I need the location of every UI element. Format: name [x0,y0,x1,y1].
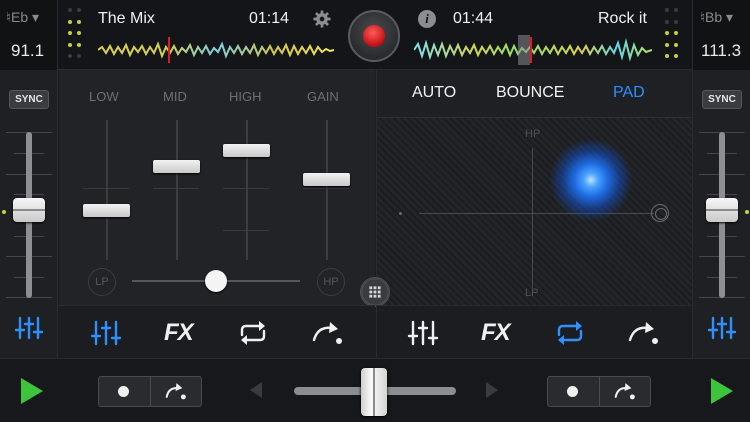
crossfader-left-arrow-icon[interactable] [250,382,262,398]
deck-a-pitch-panel: SYNC [0,70,58,358]
cue-icon [118,386,129,397]
eq-icon[interactable] [88,318,124,348]
eq-low-slider[interactable] [106,120,108,260]
deck-a-play-icon[interactable] [21,378,43,404]
deck-b-eq-icon[interactable] [708,316,736,340]
deck-b-toolbar: FX [376,305,691,358]
deck-a-info[interactable]: ♮Eb ▾ 91.1 [0,0,58,70]
eq-label-high: HIGH [229,89,262,104]
tab-auto[interactable]: AUTO [412,84,456,102]
xy-pad-left-marker [399,212,402,215]
filter-hp-label: HP [317,268,345,296]
gear-icon[interactable] [313,10,331,28]
fx-button[interactable]: FX [164,319,194,347]
deck-b-pitch-thumb[interactable] [706,198,738,222]
deck-a-bpm: 91.1 [11,41,45,60]
deck-a-key[interactable]: ♮Eb ▾ [6,9,39,26]
deck-b-key[interactable]: ♮Bb ▾ [700,9,733,26]
skip-icon[interactable] [626,318,662,348]
eq-gain-slider[interactable] [326,120,328,260]
deck-b-beat-indicator [665,8,679,63]
skip-icon[interactable] [310,318,346,348]
eq-gain-knob[interactable] [303,173,350,186]
filter-lp-label: LP [88,268,116,296]
pitch-center-marker [2,210,6,214]
record-button[interactable] [348,10,400,62]
loop-icon[interactable] [552,318,588,348]
deck-a-cue-button[interactable] [99,377,150,406]
pitch-center-marker [745,210,749,214]
eq-label-low: LOW [89,89,119,104]
xy-pad-horizontal-axis [419,213,654,214]
deck-b-info[interactable]: ♮Bb ▾ 111.3 [692,0,750,70]
fx-pad-panel: AUTO BOUNCE PAD HP LP [376,70,692,305]
eq-mid-slider[interactable] [176,120,178,260]
eq-mid-knob[interactable] [153,160,200,173]
eq-low-knob[interactable] [83,204,130,217]
cue-icon [567,386,578,397]
crossfader-thumb[interactable] [361,368,387,416]
xy-pad-bottom-label: LP [525,287,539,299]
top-bar: ♮Eb ▾ 91.1 The Mix 01:14 i 01:44 Rock it… [0,0,750,70]
info-icon[interactable]: i [418,10,436,28]
eq-label-mid: MID [163,89,187,104]
eq-label-gain: GAIN [307,89,339,104]
eq-icon[interactable] [405,318,441,348]
deck-a-title: The Mix [98,10,155,27]
deck-a-cue-group [98,376,202,407]
record-icon [363,25,385,47]
transport-bar [0,358,750,422]
loop-icon[interactable] [235,318,271,348]
xy-pad[interactable]: HP LP [377,117,692,305]
deck-b-bpm: 111.3 [701,41,742,60]
xy-pad-top-label: HP [525,128,541,140]
target-icon [651,204,669,222]
deck-b-waveform[interactable] [414,35,652,65]
deck-a-time: 01:14 [249,10,290,27]
xy-pad-touch-point[interactable] [549,138,633,222]
deck-a-pitch-thumb[interactable] [13,198,45,222]
deck-b-play-icon[interactable] [711,378,733,404]
fx-button[interactable]: FX [481,319,511,347]
eq-mixer: LOW MID HIGH GAIN LP HP [59,70,375,305]
grid-icon[interactable] [360,277,390,307]
eq-high-knob[interactable] [223,144,270,157]
deck-b-cue-group [547,376,651,407]
deck-b-time: 01:44 [453,10,494,27]
deck-a-beat-indicator [68,8,82,63]
deck-a-skip-button[interactable] [150,377,201,406]
deck-a-sync-button[interactable]: SYNC [9,90,49,109]
deck-a-eq-icon[interactable] [15,316,43,340]
deck-b-cue-button[interactable] [548,377,599,406]
filter-thumb[interactable] [205,270,227,292]
deck-a-toolbar: FX [59,305,375,358]
deck-b-sync-button[interactable]: SYNC [702,90,742,109]
deck-b-pitch-panel: SYNC [692,70,750,358]
eq-high-slider[interactable] [246,120,248,260]
crossfader-right-arrow-icon[interactable] [486,382,498,398]
deck-b-title: Rock it [598,10,647,27]
xy-pad-vertical-axis [532,148,533,288]
deck-b-skip-button[interactable] [599,377,650,406]
deck-a-waveform[interactable] [98,35,334,65]
tab-bounce[interactable]: BOUNCE [496,84,564,102]
tab-pad[interactable]: PAD [613,84,645,102]
